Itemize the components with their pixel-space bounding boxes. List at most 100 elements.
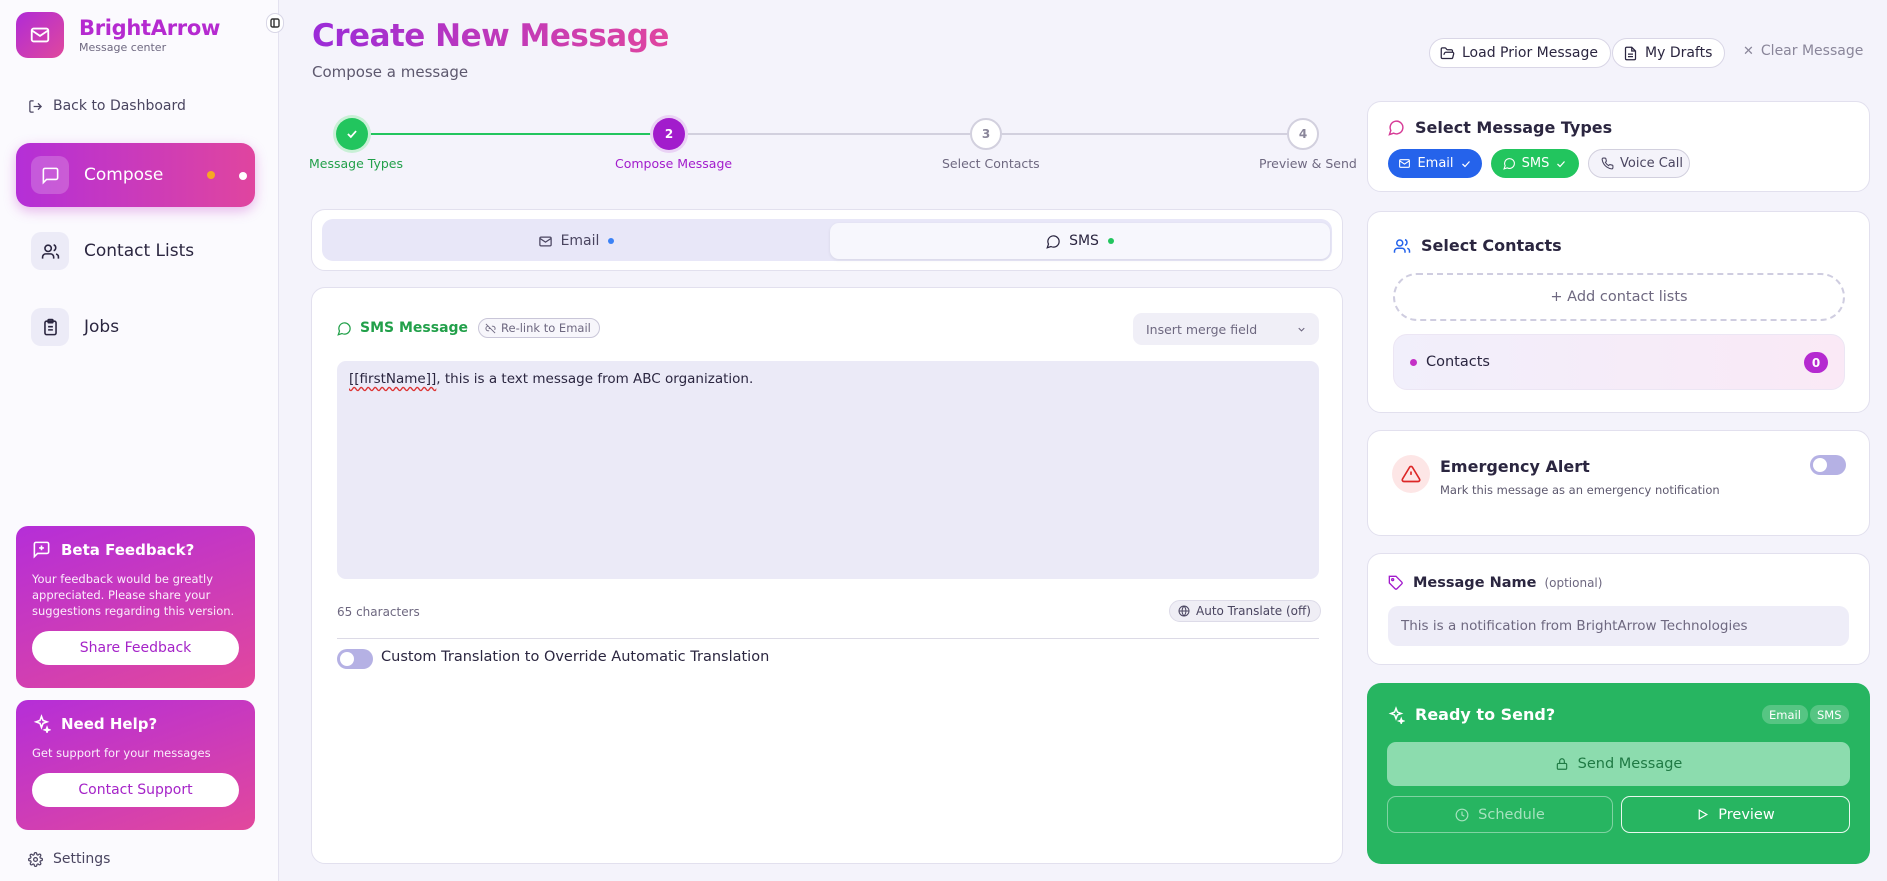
- brand[interactable]: BrightArrow Message center: [16, 12, 220, 58]
- phone-icon: [1601, 157, 1614, 170]
- share-feedback-button[interactable]: Share Feedback: [32, 631, 239, 665]
- merge-token: [[firstName]]: [349, 371, 437, 387]
- check-icon: [347, 130, 357, 139]
- sidebar-item-contact-lists[interactable]: Contact Lists: [16, 219, 255, 283]
- sidebar-item-jobs[interactable]: Jobs: [16, 295, 255, 359]
- relink-label: Re-link to Email: [501, 321, 591, 335]
- chip-label: Email: [1417, 156, 1454, 171]
- merge-field-select[interactable]: Insert merge field: [1133, 313, 1319, 345]
- clear-message-label: Clear Message: [1760, 43, 1864, 59]
- brand-subtitle: Message center: [79, 41, 167, 54]
- contacts-count-badge: 0: [1804, 352, 1828, 373]
- chat-bubble-icon: [1046, 234, 1060, 249]
- clipboard-icon: [31, 308, 69, 346]
- chat-bubble-icon: [1502, 158, 1515, 170]
- settings-link[interactable]: Settings: [28, 851, 110, 867]
- step-4-label: Preview & Send: [1259, 156, 1357, 171]
- tab-status-dot: [1107, 238, 1114, 244]
- check-icon: [1557, 160, 1566, 167]
- select-contacts-title: Select Contacts: [1421, 236, 1562, 255]
- message-name-input[interactable]: [1388, 606, 1849, 646]
- sms-title: SMS Message: [360, 320, 469, 336]
- sparkles-icon: [33, 714, 51, 733]
- need-help-card: Need Help? Get support for your messages…: [16, 700, 255, 830]
- message-types-title: Select Message Types: [1415, 118, 1613, 137]
- tab-email[interactable]: Email: [326, 223, 826, 259]
- lock-icon: [1556, 758, 1567, 770]
- message-type-voice-chip[interactable]: Voice Call: [1588, 149, 1690, 178]
- custom-translation-label: Custom Translation to Override Automatic…: [381, 649, 770, 665]
- message-name-card: Message Name (optional): [1367, 553, 1870, 665]
- merge-field-placeholder: Insert merge field: [1146, 321, 1258, 337]
- chat-bubble-icon: [337, 321, 351, 336]
- message-type-sms-chip[interactable]: SMS: [1491, 149, 1579, 178]
- my-drafts-button[interactable]: My Drafts: [1612, 38, 1726, 68]
- message-type-email-chip[interactable]: Email: [1388, 149, 1482, 178]
- ready-badge-sms: SMS: [1810, 705, 1849, 724]
- relink-to-email-button[interactable]: Re-link to Email: [478, 318, 600, 338]
- help-text: Get support for your messages: [32, 746, 211, 760]
- send-message-label: Send Message: [1577, 756, 1683, 772]
- message-name-header: Message Name (optional): [1388, 575, 1602, 591]
- step-2-label: Compose Message: [615, 156, 733, 171]
- sparkles-icon: [1388, 705, 1405, 724]
- emergency-alert-card: Emergency Alert Mark this message as an …: [1367, 430, 1870, 536]
- close-icon: ✕: [1743, 43, 1754, 59]
- play-icon: [1698, 809, 1709, 820]
- unlink-icon: [485, 323, 496, 333]
- sms-message-textarea[interactable]: [[firstName]], this is a text message fr…: [337, 361, 1319, 579]
- message-plus-icon: [33, 541, 50, 559]
- step-2-circle[interactable]: 2: [653, 118, 685, 150]
- channel-tabs-card: Email SMS: [311, 209, 1343, 271]
- emergency-toggle[interactable]: [1810, 455, 1846, 475]
- notification-dot: [207, 171, 215, 179]
- auto-translate-button[interactable]: Auto Translate (off): [1169, 600, 1321, 622]
- tag-icon: [1388, 575, 1403, 590]
- message-types-card: Select Message Types Email SMS Voice Cal…: [1367, 101, 1870, 192]
- my-drafts-label: My Drafts: [1645, 45, 1713, 61]
- page-title: Create New Message: [312, 18, 669, 54]
- sms-compose-card: SMS Message Re-link to Email Insert merg…: [311, 287, 1343, 864]
- chevron-down-icon: [1298, 327, 1305, 332]
- step-1-circle[interactable]: [336, 118, 368, 150]
- tab-status-dot: [608, 238, 615, 244]
- load-prior-message-button[interactable]: Load Prior Message: [1429, 38, 1612, 68]
- ready-title: Ready to Send?: [1415, 705, 1556, 724]
- tab-email-label: Email: [560, 233, 600, 249]
- chip-label: Voice Call: [1620, 156, 1683, 171]
- clear-message-button[interactable]: ✕ Clear Message: [1743, 43, 1863, 59]
- brand-name: BrightArrow: [79, 16, 221, 40]
- sidebar-item-label: Contact Lists: [84, 241, 195, 261]
- contacts-summary-row[interactable]: Contacts 0: [1393, 334, 1845, 390]
- folder-open-icon: [1440, 46, 1455, 59]
- load-prior-label: Load Prior Message: [1462, 45, 1599, 61]
- mail-icon: [16, 12, 64, 58]
- chat-bubble-icon: [31, 156, 69, 194]
- divider: [337, 638, 1319, 639]
- add-contact-lists-button[interactable]: + Add contact lists: [1393, 273, 1845, 321]
- settings-label: Settings: [53, 851, 111, 867]
- chip-label: SMS: [1521, 156, 1550, 171]
- active-indicator-dot: [239, 172, 247, 180]
- schedule-button[interactable]: Schedule: [1387, 796, 1613, 833]
- step-connector: [686, 133, 970, 135]
- send-message-button[interactable]: Send Message: [1387, 742, 1850, 786]
- select-contacts-card: Select Contacts + Add contact lists Cont…: [1367, 211, 1870, 413]
- preview-button[interactable]: Preview: [1621, 796, 1850, 833]
- back-to-dashboard-link[interactable]: Back to Dashboard: [28, 98, 186, 114]
- custom-translation-toggle[interactable]: [337, 649, 373, 669]
- contacts-label: Contacts: [1426, 354, 1490, 370]
- contacts-dot: [1410, 358, 1417, 366]
- users-icon: [1393, 238, 1411, 253]
- chat-bubble-icon: [1388, 120, 1404, 136]
- sidebar-collapse-icon[interactable]: [266, 13, 284, 33]
- page-subtitle: Compose a message: [312, 63, 469, 81]
- sidebar-item-compose[interactable]: Compose: [16, 143, 255, 207]
- mail-icon: [1399, 159, 1411, 168]
- tab-sms[interactable]: SMS: [830, 223, 1330, 259]
- contact-support-button[interactable]: Contact Support: [32, 773, 239, 807]
- step-3-circle[interactable]: 3: [970, 118, 1002, 150]
- step-4-circle[interactable]: 4: [1287, 118, 1319, 150]
- back-link-label: Back to Dashboard: [53, 98, 186, 114]
- emergency-title: Emergency Alert: [1440, 457, 1590, 476]
